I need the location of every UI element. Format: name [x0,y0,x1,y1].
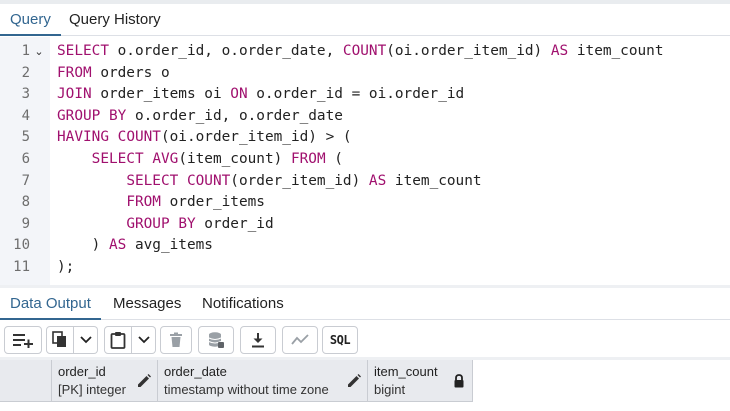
tab-messages[interactable]: Messages [103,288,191,320]
save-data-icon [208,332,224,348]
column-name: item_count [374,364,438,379]
code-line[interactable]: FROM orders o [57,63,170,85]
code-line[interactable]: ); [57,257,74,279]
copy-options-dropdown[interactable] [74,326,98,354]
edit-icon[interactable] [137,374,151,388]
save-data-button[interactable] [198,326,234,354]
column-header-order-id[interactable]: order_id [PK] integer [52,360,158,402]
column-header-order-date[interactable]: order_date timestamp without time zone [158,360,368,402]
row-number-header[interactable] [0,360,52,402]
editor-gutter: 1 ⌄ 2 3 4 5 6 7 8 9 10 11 [0,37,50,285]
code-line[interactable]: FROM order_items [57,192,265,214]
copy-button[interactable] [46,326,74,354]
sql-button[interactable]: SQL [322,326,358,354]
delete-button[interactable] [160,326,192,354]
code-line[interactable]: SELECT o.order_id, o.order_date, COUNT(o… [57,41,664,63]
line-number: 10 [13,237,30,254]
line-number: 8 [21,194,30,211]
code-line[interactable]: ) AS avg_items [57,235,213,257]
tab-data-output[interactable]: Data Output [0,288,101,320]
line-number: 1 [21,43,30,59]
copy-icon [52,331,66,347]
tab-notifications[interactable]: Notifications [192,288,294,320]
column-type: bigint [374,382,406,397]
sql-editor[interactable]: 1 ⌄ 2 3 4 5 6 7 8 9 10 11 SELECT o.order… [0,37,730,285]
line-number: 4 [21,107,30,124]
fold-chevron-icon[interactable]: ⌄ [33,41,45,63]
paste-icon [110,332,126,349]
paste-button[interactable] [104,326,132,354]
code-line[interactable]: HAVING COUNT(oi.order_item_id) > ( [57,127,352,149]
lock-icon [454,374,464,388]
line-number: 6 [21,151,30,167]
line-number: 3 [21,86,30,103]
column-header-item-count[interactable]: item_count bigint [368,360,473,402]
download-button[interactable] [240,326,276,354]
query-tabs: Query Query History [0,4,730,36]
tab-query-history[interactable]: Query History [59,4,171,36]
code-line[interactable]: JOIN order_items oi ON o.order_id = oi.o… [57,84,464,106]
graph-visualiser-button[interactable] [282,326,318,354]
chevron-down-icon [79,336,92,344]
line-number: 2 [21,64,30,81]
line-number: 9 [21,215,30,232]
download-icon [252,333,264,348]
delete-icon [170,332,182,347]
tab-query[interactable]: Query [0,4,61,36]
data-output-toolbar: SQL [0,321,730,357]
add-row-button[interactable] [4,326,42,354]
line-number: 5 [21,129,30,146]
output-tabs: Data Output Messages Notifications [0,288,730,320]
line-number: 11 [13,259,30,275]
line-number: 7 [21,172,30,189]
code-line[interactable]: GROUP BY o.order_id, o.order_date [57,106,343,128]
add-row-icon [13,334,33,348]
paste-options-dropdown[interactable] [132,326,156,354]
column-type: timestamp without time zone [164,382,329,397]
column-type: [PK] integer [58,382,126,397]
code-line[interactable]: SELECT COUNT(order_item_id) AS item_coun… [57,171,481,193]
column-name: order_date [164,364,227,379]
chevron-down-icon [137,336,150,344]
sql-icon: SQL [329,333,351,347]
result-grid: order_id [PK] integer order_date timesta… [0,357,730,411]
code-line[interactable]: GROUP BY order_id [57,214,273,236]
graph-icon [291,334,309,345]
column-name: order_id [58,364,106,379]
edit-icon[interactable] [347,374,361,388]
code-line[interactable]: SELECT AVG(item_count) FROM ( [57,149,343,171]
